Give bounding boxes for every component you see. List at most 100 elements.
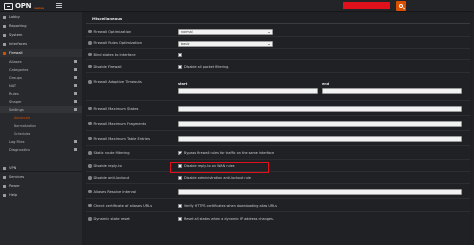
info-icon[interactable] — [88, 52, 92, 57]
sidebar-item-label: Diagnostics — [9, 147, 30, 152]
sidebar-item-log-files[interactable]: Log Files — [0, 138, 82, 145]
sidebar-item-label: Interfaces — [9, 42, 27, 46]
row-label: Check certificate of aliases URLs — [88, 204, 152, 208]
sidebar-item-system[interactable]: System — [0, 31, 82, 39]
home-icon — [3, 15, 6, 19]
cog-icon — [74, 108, 77, 111]
firewall-rules-optimization-select[interactable]: basic — [178, 41, 273, 47]
label-text: Disable reply-to — [93, 164, 122, 168]
bind-states-checkbox[interactable] — [178, 53, 182, 57]
column-header-end: end — [322, 82, 330, 86]
select-value: normal — [181, 30, 193, 34]
sidebar-item-aliases[interactable]: Aliases — [0, 58, 82, 65]
sidebar-item-schedules[interactable]: Schedules — [0, 130, 82, 137]
label-text: Firewall Maximum Fragments — [93, 121, 147, 126]
static-route-filtering-checkbox[interactable] — [178, 151, 182, 155]
label-text: Firewall Rules Optimization — [93, 41, 143, 45]
sidebar-item-reporting[interactable]: Reporting — [0, 22, 82, 30]
row-label: Firewall Optimization — [88, 30, 131, 34]
sidebar-item-advanced[interactable]: Advanced — [0, 114, 82, 121]
disable-firewall-checkbox[interactable] — [178, 65, 182, 69]
row-label: Dynamic state reset — [88, 217, 130, 221]
aliases-resolve-interval-input[interactable] — [178, 189, 462, 195]
maximum-table-entries-input[interactable] — [178, 136, 462, 142]
info-icon[interactable] — [88, 189, 92, 194]
cogs-icon — [3, 175, 6, 179]
sidebar-item-label: Reporting — [9, 24, 27, 28]
redacted-area — [343, 2, 390, 9]
info-icon[interactable] — [88, 29, 92, 34]
lock-icon — [3, 166, 6, 170]
info-icon[interactable] — [88, 136, 92, 141]
sidebar-item-label: Aliases — [9, 59, 22, 64]
sidebar-item-help[interactable]: Help — [0, 191, 82, 199]
info-icon[interactable] — [88, 176, 92, 180]
sidebar-item-label: Categories — [9, 67, 29, 72]
row-check-certificate: Check certificate of aliases URLs Verify… — [86, 200, 470, 212]
row-maximum-table-entries: Firewall Maximum Table Entries — [86, 132, 470, 146]
sidebar-item-rules[interactable]: Rules — [0, 90, 82, 97]
menu-toggle-icon[interactable] — [56, 3, 62, 8]
dynamic-state-reset-checkbox-label: Reset all states when a dynamic IP addre… — [184, 217, 274, 221]
sidebar-item-shaper[interactable]: Shaper — [0, 98, 82, 105]
search-button[interactable] — [396, 1, 406, 11]
info-icon[interactable] — [88, 121, 92, 126]
sidebar-item-interfaces[interactable]: Interfaces — [0, 40, 82, 48]
row-static-route-filtering: Static route filtering Bypass firewall r… — [86, 147, 470, 160]
info-icon[interactable] — [88, 203, 92, 208]
label-text: Firewall Maximum States — [93, 106, 139, 111]
logo-mark-icon — [4, 2, 13, 10]
sidebar-item-lobby[interactable]: Lobby — [0, 13, 82, 21]
dynamic-state-reset-checkbox[interactable] — [178, 217, 182, 221]
check-certificate-checkbox[interactable] — [178, 204, 182, 208]
sidebar-item-firewall[interactable]: Firewall — [0, 49, 82, 57]
info-icon[interactable] — [88, 164, 92, 168]
sidebar-item-label: Lobby — [9, 15, 20, 19]
sidebar-item-nat[interactable]: NAT — [0, 82, 82, 89]
sidebar-item-diagnostics[interactable]: Diagnostics — [0, 146, 82, 153]
chevron-down-icon — [268, 32, 270, 33]
info-icon[interactable] — [88, 41, 92, 45]
row-disable-anti-lockout: Disable anti-lockout Disable administrat… — [86, 173, 470, 184]
sidebar-item-label: Power — [9, 184, 20, 188]
logo[interactable]: OPN sense — [4, 2, 44, 10]
sidebar-item-settings[interactable]: Settings — [0, 106, 82, 113]
disable-anti-lockout-checkbox[interactable] — [178, 176, 182, 180]
adaptive-start-input[interactable] — [178, 88, 318, 94]
exchange-icon — [74, 84, 77, 87]
row-maximum-fragments: Firewall Maximum Fragments — [86, 117, 470, 131]
sidebar-item-label: Firewall — [9, 51, 23, 55]
info-icon[interactable] — [88, 217, 92, 221]
list-icon — [74, 60, 77, 63]
tags-icon — [74, 68, 77, 71]
label-text: Firewall Maximum Table Entries — [93, 136, 151, 141]
sidebar-item-categories[interactable]: Categories — [0, 66, 82, 73]
row-firewall-optimization: Firewall Optimization normal — [86, 27, 470, 37]
maximum-fragments-input[interactable] — [178, 121, 462, 127]
sidebar-item-services[interactable]: Services — [0, 173, 82, 181]
label-text: Disable anti-lockout — [93, 176, 130, 180]
section-divider — [86, 23, 470, 24]
adaptive-end-input[interactable] — [322, 88, 462, 94]
info-icon[interactable] — [88, 64, 92, 69]
sidebar-item-vpn[interactable]: VPN — [0, 164, 82, 172]
sidebar-item-label: Shaper — [9, 99, 22, 104]
sidebar-item-label: Log Files — [9, 139, 25, 144]
row-label: Disable reply-to — [88, 164, 122, 168]
maximum-states-input[interactable] — [178, 106, 462, 112]
row-label: Firewall Maximum Table Entries — [88, 137, 150, 141]
label-text: Static route filtering — [93, 151, 130, 155]
sidebar-item-groups[interactable]: Groups — [0, 74, 82, 81]
info-icon[interactable] — [88, 80, 92, 84]
chevron-down-icon — [268, 44, 270, 45]
sidebar-item-power[interactable]: Power — [0, 182, 82, 190]
firewall-optimization-select[interactable]: normal — [178, 29, 273, 35]
search-icon — [399, 4, 403, 8]
check-certificate-checkbox-label: Verify HTTPS certificates when downloadi… — [184, 204, 277, 208]
info-icon[interactable] — [88, 151, 92, 155]
row-label: Disable Firewall — [88, 65, 122, 69]
info-icon[interactable] — [88, 106, 92, 111]
sidebar-item-normalization[interactable]: Normalization — [0, 122, 82, 129]
sidebar-item-label: Groups — [9, 75, 22, 80]
sidebar-item-label: VPN — [9, 166, 17, 170]
